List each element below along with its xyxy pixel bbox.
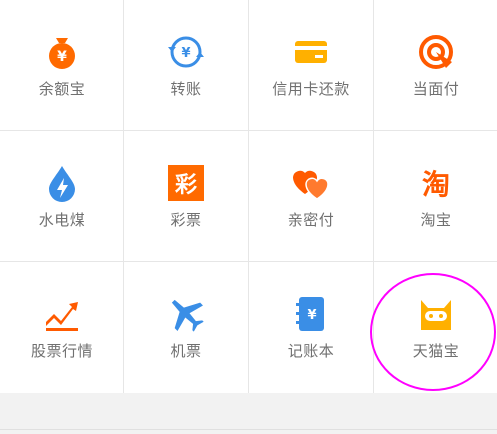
face-pay-icon [416,32,456,72]
grid-item-label: 彩票 [170,211,202,229]
grid-item-account-book[interactable]: ¥ 记账本 [249,262,373,392]
lottery-icon: 彩 [166,163,206,203]
grid-item-label: 转账 [170,80,202,98]
grid-item-label: 股票行情 [30,342,93,360]
stock-chart-icon [42,294,82,334]
grid-item-label: 水电煤 [38,211,86,229]
grid-item-flights[interactable]: 机票 [124,262,248,392]
grid-item-stocks[interactable]: 股票行情 [0,262,124,392]
grid-item-tmall-bao[interactable]: 天猫宝 [374,262,497,392]
grid-item-face-pay[interactable]: 当面付 [374,0,497,130]
lottery-glyph: 彩 [174,173,197,198]
transfer-icon: ¥ [166,32,206,72]
grid-item-label: 余额宝 [38,80,86,98]
grid-item-label: 记账本 [287,342,335,360]
grid-item-label: 淘宝 [420,211,452,229]
grid-item-label: 信用卡还款 [272,80,350,98]
grid-item-lottery[interactable]: 彩 彩票 [124,131,248,261]
hearts-icon [291,163,331,203]
grid-item-credit-card[interactable]: 信用卡还款 [249,0,373,130]
taobao-icon: 淘 [416,163,456,203]
grid-item-yuebao[interactable]: ¥ 余额宝 [0,0,124,130]
grid-item-transfer[interactable]: ¥ 转账 [124,0,248,130]
grid-item-label: 当面付 [412,80,460,98]
svg-text:¥: ¥ [57,49,67,65]
grid-item-utilities[interactable]: 水电煤 [0,131,124,261]
svg-text:¥: ¥ [307,308,316,323]
credit-card-icon [291,32,331,72]
divider [0,429,497,430]
grid-item-intimate-pay[interactable]: 亲密付 [249,131,373,261]
airplane-icon [166,294,206,334]
service-grid: ¥ 余额宝 ¥ 转账 信用卡还款 当面付 水电煤 彩 彩票 亲密付 淘 淘宝 股… [0,0,497,393]
tmall-bag-icon [416,294,456,334]
water-drop-icon [42,163,82,203]
account-book-icon: ¥ [291,294,331,334]
grid-item-label: 机票 [170,342,202,360]
grid-item-label: 天猫宝 [412,342,460,360]
money-bag-icon: ¥ [42,32,82,72]
grid-item-label: 亲密付 [287,211,335,229]
svg-text:¥: ¥ [181,46,190,61]
grid-item-taobao[interactable]: 淘 淘宝 [374,131,497,261]
taobao-glyph: 淘 [422,168,450,201]
bottom-bar [0,393,497,434]
